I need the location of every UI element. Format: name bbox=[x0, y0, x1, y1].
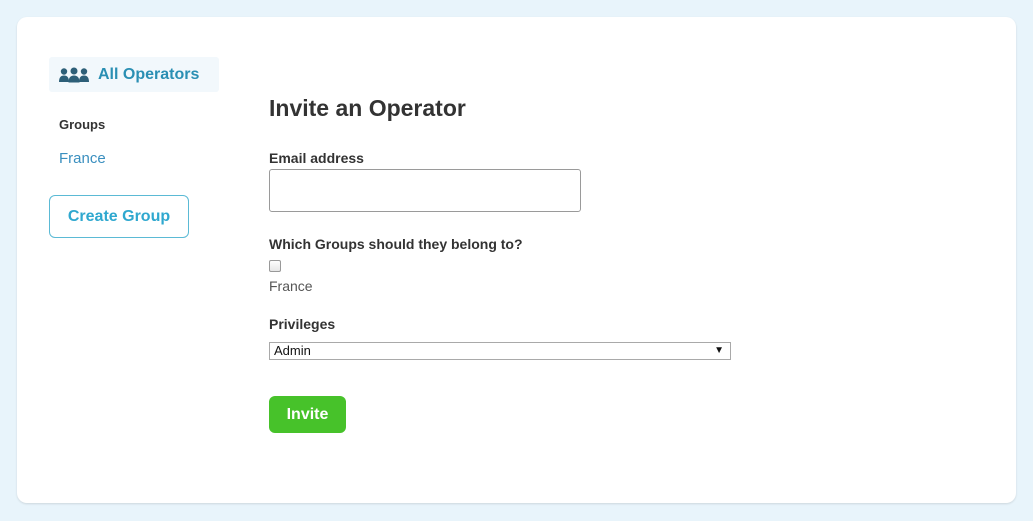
page-title: Invite an Operator bbox=[269, 95, 466, 121]
email-field[interactable] bbox=[269, 169, 581, 212]
users-icon bbox=[59, 67, 89, 83]
sidebar-item-france[interactable]: France bbox=[59, 150, 106, 167]
privileges-selected-value: Admin bbox=[274, 343, 311, 358]
email-label: Email address bbox=[269, 150, 364, 166]
dropdown-arrow-icon: ▼ bbox=[714, 345, 724, 356]
invite-button[interactable]: Invite bbox=[269, 396, 346, 433]
privileges-label: Privileges bbox=[269, 316, 336, 332]
create-group-button[interactable]: Create Group bbox=[49, 195, 189, 238]
groups-question: Which Groups should they belong to? bbox=[269, 236, 523, 252]
group-checkbox-label: France bbox=[269, 278, 313, 294]
main-card: All Operators Groups France Create Group… bbox=[17, 17, 1016, 503]
group-checkbox-france[interactable] bbox=[269, 260, 281, 272]
privileges-select[interactable]: Admin ▼ bbox=[269, 342, 731, 360]
groups-heading: Groups bbox=[59, 117, 106, 132]
sidebar-item-all-operators[interactable]: All Operators bbox=[49, 57, 219, 92]
sidebar-item-label: All Operators bbox=[98, 65, 200, 83]
